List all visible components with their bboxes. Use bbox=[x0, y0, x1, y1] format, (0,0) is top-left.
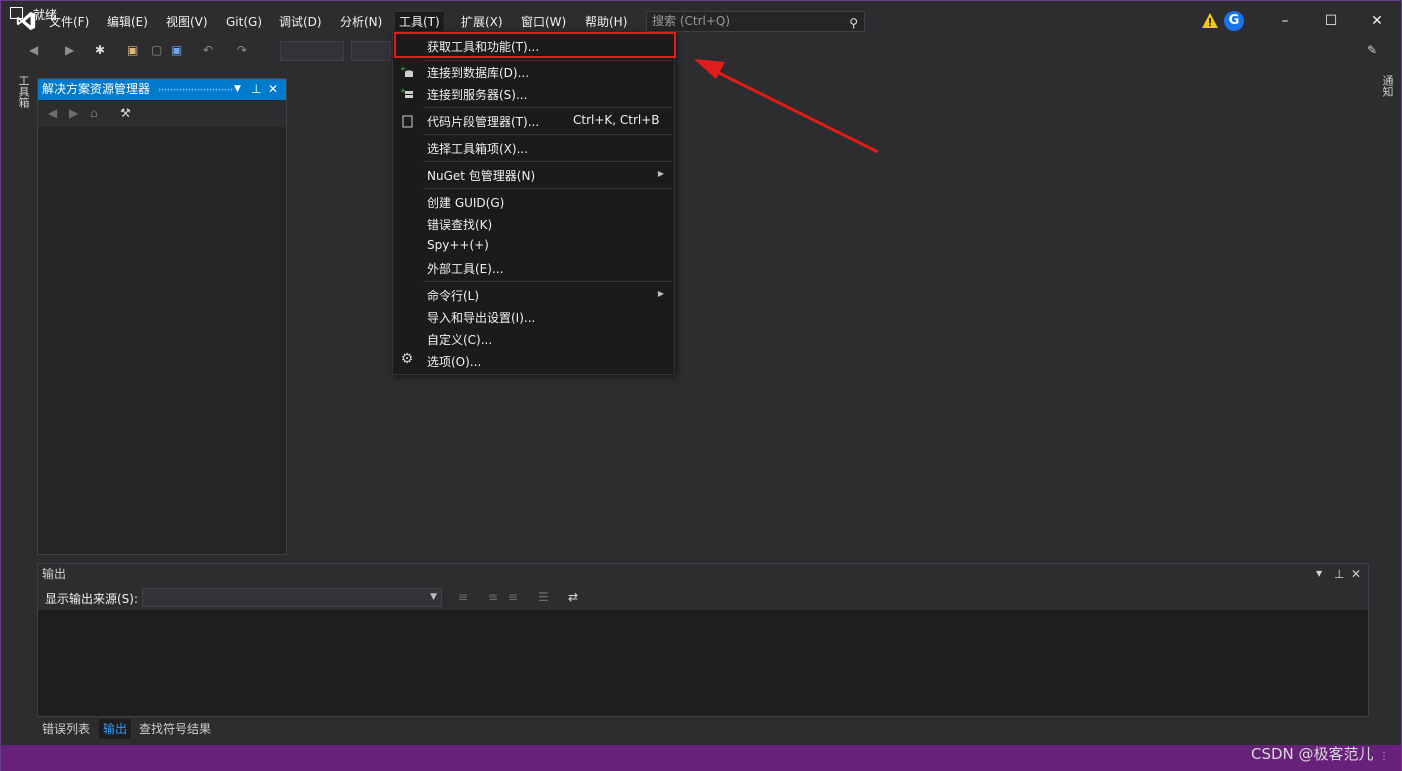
submenu-arrow-icon: ▶ bbox=[657, 169, 664, 178]
chevron-down-icon[interactable]: ▼ bbox=[234, 79, 241, 100]
resize-grip-icon[interactable]: ⋮ bbox=[1379, 751, 1393, 765]
menu-item-import-export-settings[interactable]: 导入和导出设置(I)... bbox=[393, 306, 674, 328]
live-share-icon[interactable]: ✎ bbox=[1367, 43, 1377, 57]
config-select[interactable] bbox=[280, 41, 344, 61]
chevron-down-icon: ▼ bbox=[430, 592, 437, 602]
output-source-select[interactable]: ▼ bbox=[142, 588, 442, 607]
output-source-label: 显示输出来源(S): bbox=[45, 592, 139, 606]
menu-separator bbox=[423, 281, 672, 282]
menu-item-create-guid[interactable]: 创建 GUID(G) bbox=[393, 191, 674, 213]
tab-find-symbol-results[interactable]: 查找符号结果 bbox=[135, 719, 215, 739]
search-icon: ⚲ bbox=[849, 16, 858, 30]
solution-explorer-toolbar: ◀ ▶ ⌂ ⚒ bbox=[38, 101, 286, 127]
back-icon[interactable]: ◀ bbox=[29, 43, 38, 57]
next-message-icon[interactable]: ≡ bbox=[508, 590, 518, 604]
menu-item-customize[interactable]: 自定义(C)... bbox=[393, 328, 674, 350]
menu-help[interactable]: 帮助(H) bbox=[581, 12, 631, 32]
find-message-icon[interactable]: ≡ bbox=[458, 590, 468, 604]
solution-explorer-panel: 解决方案资源管理器 ▼ ⊥ ✕ ◀ ▶ ⌂ ⚒ bbox=[37, 78, 287, 555]
menu-item-nuget[interactable]: NuGet 包管理器(N) ▶ bbox=[393, 164, 674, 186]
menu-edit[interactable]: 编辑(E) bbox=[103, 12, 152, 32]
menu-separator bbox=[423, 134, 672, 135]
back-icon[interactable]: ◀ bbox=[48, 106, 57, 120]
tab-output[interactable]: 输出 bbox=[99, 719, 132, 739]
svg-text:+: + bbox=[400, 87, 406, 95]
gear-icon: ⚙ bbox=[400, 351, 414, 367]
toolbox-tab[interactable]: 工具箱 bbox=[11, 75, 31, 115]
forward-icon[interactable]: ▶ bbox=[69, 106, 78, 120]
annotation-highlight-box bbox=[394, 32, 676, 58]
word-wrap-icon[interactable]: ⇄ bbox=[568, 590, 578, 604]
menu-debug[interactable]: 调试(D) bbox=[275, 12, 326, 32]
wrench-icon[interactable]: ⚒ bbox=[120, 106, 131, 120]
redo-icon[interactable]: ↷ bbox=[237, 43, 247, 57]
forward-icon[interactable]: ▶ bbox=[65, 43, 74, 57]
output-toolbar: 显示输出来源(S): ▼ ≡ ≡ ≡ ☰ ⇄ bbox=[38, 584, 1368, 610]
save-icon[interactable]: ▢ bbox=[151, 43, 162, 57]
status-bar bbox=[1, 745, 1401, 771]
menu-item-command-line[interactable]: 命令行(L) ▶ bbox=[393, 284, 674, 306]
watermark: CSDN @极客范儿 bbox=[1251, 745, 1374, 763]
status-icon bbox=[10, 7, 23, 19]
chevron-down-icon[interactable]: ▼ bbox=[1316, 564, 1322, 584]
undo-icon[interactable]: ↶ bbox=[203, 43, 213, 57]
search-placeholder: 搜索 (Ctrl+Q) bbox=[652, 14, 731, 28]
minimize-icon[interactable]: – bbox=[1273, 11, 1297, 31]
maximize-icon[interactable]: ☐ bbox=[1319, 11, 1343, 31]
menu-item-error-lookup[interactable]: 错误查找(K) bbox=[393, 213, 674, 235]
clear-all-icon[interactable]: ☰ bbox=[538, 590, 549, 604]
menu-item-connect-database[interactable]: + 连接到数据库(D)... bbox=[393, 61, 674, 83]
menu-window[interactable]: 窗口(W) bbox=[517, 12, 570, 32]
snippet-icon bbox=[402, 115, 413, 128]
status-text: 就绪 bbox=[33, 8, 58, 22]
menu-tools[interactable]: 工具(T) bbox=[394, 11, 445, 31]
pin-icon[interactable]: ⊥ bbox=[251, 79, 261, 100]
close-icon[interactable]: ✕ bbox=[1365, 11, 1389, 31]
new-project-icon[interactable]: ✱ bbox=[95, 43, 105, 57]
menu-extensions[interactable]: 扩展(X) bbox=[457, 12, 507, 32]
menu-item-connect-server[interactable]: + 连接到服务器(S)... bbox=[393, 83, 674, 105]
menu-item-spy[interactable]: Spy++(+) bbox=[393, 235, 674, 257]
menu-separator bbox=[423, 107, 672, 108]
bottom-tab-strip: 错误列表 输出 查找符号结果 bbox=[37, 717, 437, 739]
submenu-arrow-icon: ▶ bbox=[657, 289, 664, 298]
database-connect-icon: + bbox=[400, 65, 413, 77]
save-all-icon[interactable]: ▣ bbox=[171, 43, 182, 57]
menu-item-options[interactable]: ⚙ 选项(O)... bbox=[393, 350, 674, 372]
previous-message-icon[interactable]: ≡ bbox=[488, 590, 498, 604]
menu-git[interactable]: Git(G) bbox=[222, 12, 266, 32]
menu-item-snippets-manager[interactable]: 代码片段管理器(T)... Ctrl+K, Ctrl+B bbox=[393, 110, 674, 132]
platform-select[interactable] bbox=[351, 41, 391, 61]
server-connect-icon: + bbox=[400, 87, 413, 98]
avatar[interactable]: G bbox=[1224, 11, 1244, 31]
menu-analyze[interactable]: 分析(N) bbox=[336, 12, 386, 32]
close-icon[interactable]: ✕ bbox=[268, 79, 278, 100]
home-icon[interactable]: ⌂ bbox=[90, 106, 98, 120]
notifications-tab[interactable]: 通知 bbox=[1377, 75, 1395, 105]
output-title: 输出 bbox=[42, 567, 67, 581]
menu-separator bbox=[423, 188, 672, 189]
solution-explorer-header: 解决方案资源管理器 ▼ ⊥ ✕ bbox=[38, 79, 286, 100]
menu-view[interactable]: 视图(V) bbox=[162, 12, 212, 32]
drag-grip[interactable] bbox=[158, 88, 234, 92]
search-input[interactable]: 搜索 (Ctrl+Q) ⚲ bbox=[646, 11, 865, 32]
output-panel: 输出 ▼ ⊥ ✕ 显示输出来源(S): ▼ ≡ ≡ ≡ ☰ ⇄ bbox=[37, 563, 1369, 717]
tab-error-list[interactable]: 错误列表 bbox=[38, 719, 94, 739]
warning-icon[interactable] bbox=[1201, 12, 1219, 30]
solution-explorer-title: 解决方案资源管理器 bbox=[42, 82, 151, 96]
menu-separator bbox=[423, 161, 672, 162]
menu-item-choose-toolbox-items[interactable]: 选择工具箱项(X)... bbox=[393, 137, 674, 159]
svg-text:+: + bbox=[400, 65, 406, 73]
pin-icon[interactable]: ⊥ bbox=[1334, 564, 1344, 584]
output-header: 输出 ▼ ⊥ ✕ bbox=[38, 564, 1368, 584]
tools-dropdown-menu: 获取工具和功能(T)... + 连接到数据库(D)... + 连接到服务器(S)… bbox=[392, 32, 675, 375]
open-folder-icon[interactable]: ▣ bbox=[127, 43, 138, 57]
close-icon[interactable]: ✕ bbox=[1351, 564, 1361, 584]
menu-item-external-tools[interactable]: 外部工具(E)... bbox=[393, 257, 674, 279]
